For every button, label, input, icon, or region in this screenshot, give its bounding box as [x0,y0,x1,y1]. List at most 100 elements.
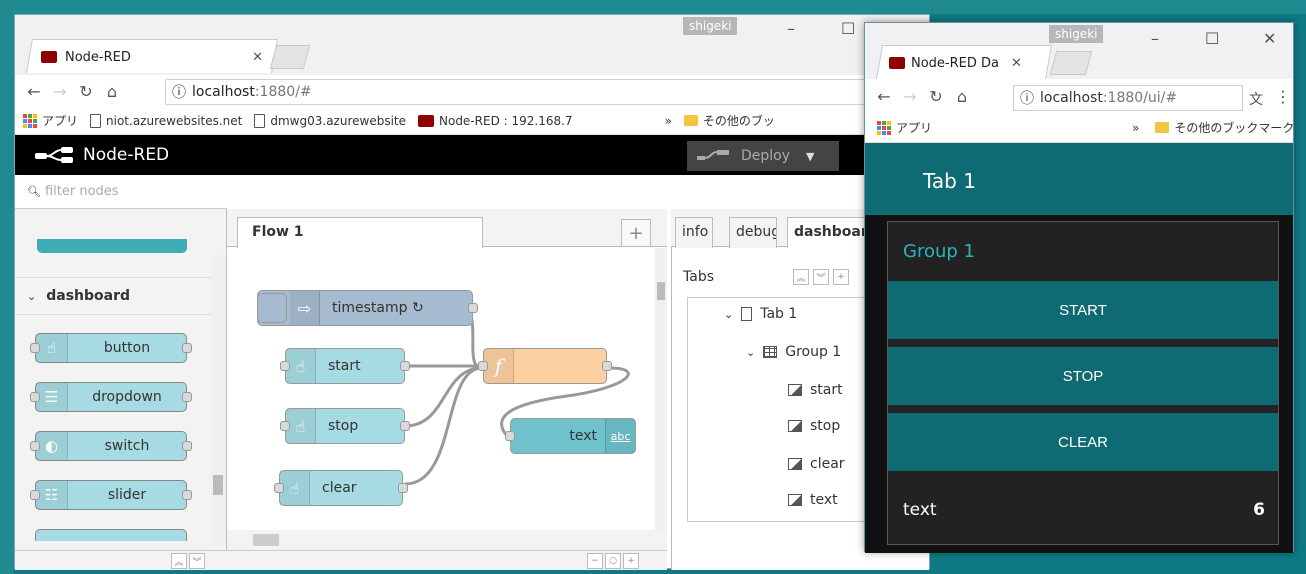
flow-node-start[interactable]: ☝ start [280,348,410,384]
scroll-thumb[interactable] [657,282,665,300]
bookmark-other[interactable]: その他のブックマーク [1155,119,1294,136]
list-icon: ☰ [36,383,68,411]
palette-footer: ︽ ︾ [15,550,227,570]
tree-item-clear[interactable]: clear [788,456,845,472]
workspace-horizontal-scrollbar[interactable] [227,530,667,550]
filter-placeholder: filter nodes [44,184,119,199]
user-badge[interactable]: shigeki [683,17,738,35]
bookmark-apps[interactable]: アプリ [877,119,932,136]
bookmark-apps[interactable]: アプリ [23,112,78,129]
info-icon[interactable]: ⓘ [172,82,186,102]
browser-tab-content[interactable]: Node-RED ✕ [41,43,271,71]
flow-node-inject-timestamp[interactable]: ⇨ timestamp ↻ [257,290,478,326]
bookmark-dmwg03[interactable]: dmwg03.azurewebsite [254,113,406,128]
info-icon[interactable]: ⓘ [1020,88,1034,108]
menu-icon[interactable]: ⋮ [1275,87,1291,106]
palette-node-partial[interactable] [37,239,187,253]
clear-button[interactable]: CLEAR [888,413,1278,471]
forward-icon[interactable]: → [47,82,73,101]
home-icon[interactable]: ⌂ [949,87,975,106]
palette-scrollbar[interactable] [211,255,225,545]
reload-icon[interactable]: ↻ [73,82,99,101]
bookmark-label: アプリ [896,121,933,135]
tree-tab-1[interactable]: ⌄ Tab 1 [724,306,797,322]
forward-icon[interactable]: → [897,87,923,106]
node-red-logo: Node-RED [35,145,169,165]
user-badge[interactable]: shigeki [1049,25,1104,43]
bookmark-overflow[interactable]: » [1132,121,1139,135]
reload-icon[interactable]: ↻ [923,87,949,106]
tree-group-1[interactable]: ⌄ Group 1 [746,344,841,360]
flow-node-stop[interactable]: ☝ stop [280,408,410,444]
zoom-out-icon[interactable]: − [587,553,603,569]
filter-nodes-input[interactable]: 🔍︎ filter nodes [15,175,227,209]
new-tab-button[interactable] [1049,51,1093,75]
close-window-icon[interactable]: ✕ [1263,29,1276,48]
add-flow-button[interactable]: + [621,219,651,247]
inject-button[interactable] [257,293,287,323]
close-tab-icon[interactable]: ✕ [252,50,263,65]
palette-node-partial[interactable] [35,529,187,541]
arrow-right-icon: ⇨ [290,291,320,325]
flow-node-function[interactable]: f [478,348,612,384]
node-label: clear [322,480,357,496]
flow-node-clear[interactable]: ☝ clear [274,470,408,506]
zoom-reset-icon[interactable]: ○ [605,553,621,569]
address-bar[interactable]: ⓘ localhost:1880/# [165,79,885,105]
node-red-favicon-icon [889,57,905,69]
expand-all-icon[interactable]: ︾ [813,269,829,285]
workspace-vertical-scrollbar[interactable] [655,248,667,530]
bookmark-other[interactable]: その他のブッ [683,112,775,129]
input-port [280,421,290,431]
palette-node-dropdown[interactable]: ☰ dropdown [30,382,192,412]
collapse-all-icon[interactable]: ︽ [171,553,187,569]
close-tab-icon[interactable]: ✕ [1011,56,1022,71]
tree-item-start[interactable]: start [788,382,843,398]
scroll-thumb[interactable] [213,475,223,495]
palette-node-button[interactable]: ☝ button [30,333,192,363]
home-icon[interactable]: ⌂ [99,82,125,101]
back-icon[interactable]: ← [871,87,897,106]
deploy-button[interactable]: Deploy ▼ [687,141,839,171]
desktop-strip [0,0,1306,14]
flow-node-text[interactable]: text abc [505,418,636,454]
output-port [182,441,192,451]
new-tab-button[interactable] [269,45,311,69]
zoom-in-icon[interactable]: + [623,553,639,569]
bookmark-node-red[interactable]: Node-RED : 192.168.7 [418,114,573,128]
image-icon [788,384,802,396]
address-bar[interactable]: ⓘ localhost:1880/ui/# [1013,85,1243,111]
tab-flow-1[interactable]: Flow 1 [237,217,483,248]
scroll-thumb[interactable] [253,534,279,546]
palette-category-dashboard[interactable]: ⌄ dashboard [15,277,211,315]
stop-button[interactable]: STOP [888,347,1278,405]
add-tab-icon[interactable]: + [833,269,849,285]
minimize-icon[interactable]: – [1151,29,1159,48]
tab-debug[interactable]: debug [729,217,777,248]
palette-node-switch[interactable]: ◐ switch [30,431,192,461]
deploy-dropdown-icon[interactable]: ▼ [806,150,814,163]
collapse-all-icon[interactable]: ︽ [793,269,809,285]
image-icon [788,420,802,432]
maximize-icon[interactable]: ☐ [841,19,855,38]
workspace-canvas[interactable]: ⇨ timestamp ↻ ☝ start ☝ stop ☝ clear f t… [227,248,655,530]
maximize-icon[interactable]: ☐ [1205,29,1219,48]
bookmark-overflow[interactable]: » [665,114,672,128]
palette-node-slider[interactable]: ☷ slider [30,480,192,510]
abc-icon: abc [605,419,635,453]
minimize-icon[interactable]: – [787,19,795,38]
toggle-icon: ◐ [36,432,68,460]
tab-title: Node-RED Da [911,55,999,71]
text-output-value: 6 [1253,500,1265,520]
node-label: start [328,358,361,374]
expand-all-icon[interactable]: ︾ [189,553,205,569]
function-icon: f [484,349,514,383]
browser-tab-content[interactable]: Node-RED Da ✕ [889,50,1049,76]
tab-info[interactable]: info [675,217,713,248]
translate-icon[interactable]: 文 [1249,89,1263,109]
tree-item-text[interactable]: text [788,492,838,508]
tree-item-stop[interactable]: stop [788,418,840,434]
start-button[interactable]: START [888,281,1278,339]
bookmark-niot[interactable]: niot.azurewebsites.net [90,113,242,128]
back-icon[interactable]: ← [21,82,47,101]
